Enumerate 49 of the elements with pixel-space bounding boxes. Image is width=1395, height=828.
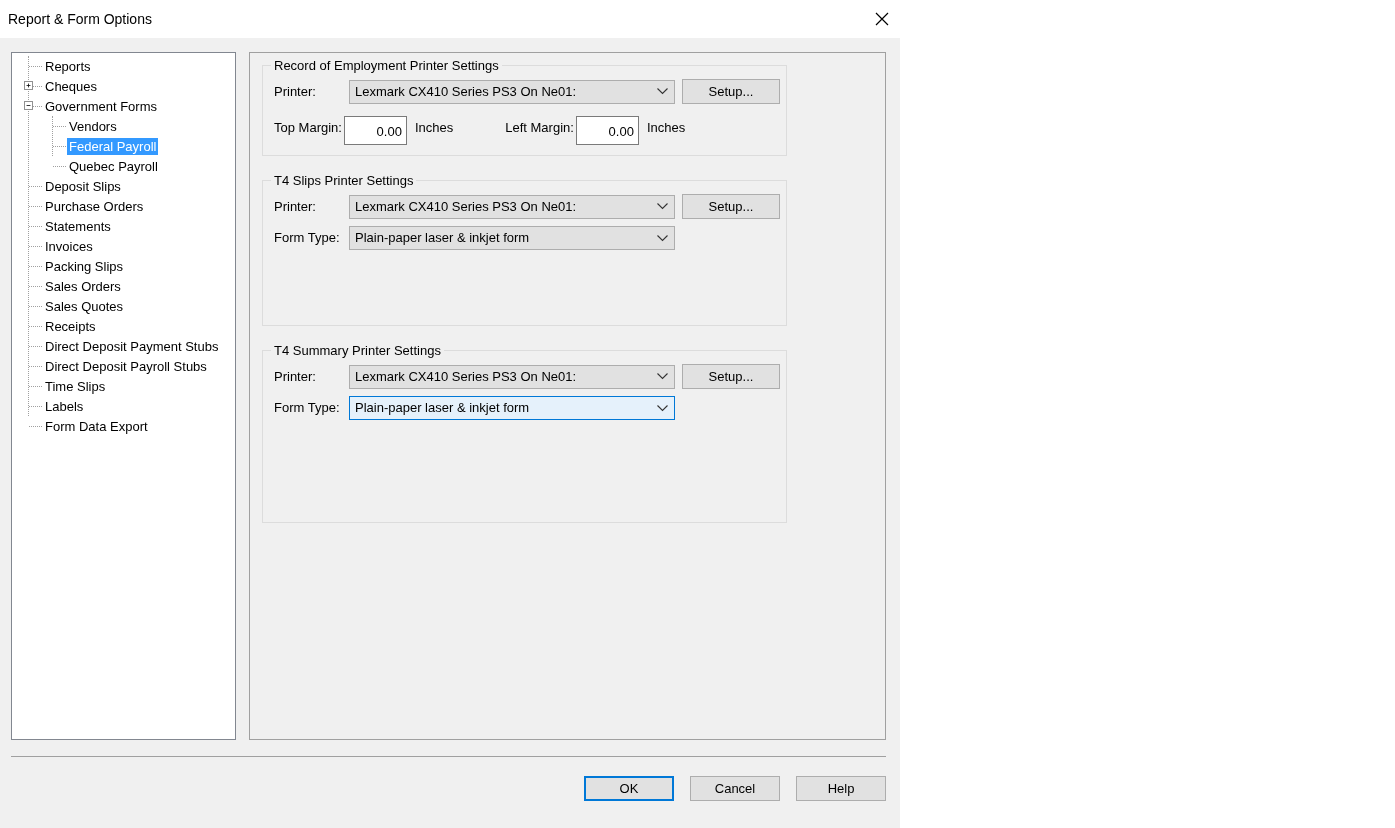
tree-item[interactable]: Receipts	[43, 317, 98, 335]
setup-button[interactable]: Setup...	[682, 194, 780, 219]
dropdown[interactable]: Lexmark CX410 Series PS3 On Ne01:	[349, 364, 675, 389]
field-label: Printer:	[274, 197, 317, 216]
number-field[interactable]: 0.00	[575, 116, 639, 145]
dropdown[interactable]: Plain-paper laser & inkjet form	[349, 396, 675, 420]
tree-item[interactable]: Sales Quotes	[43, 297, 126, 315]
close-icon[interactable]	[875, 12, 889, 26]
chevron-down-icon	[657, 88, 668, 95]
tree-item[interactable]: Direct Deposit Payroll Stubs	[43, 357, 209, 375]
chevron-down-icon	[657, 373, 668, 380]
collapse-icon[interactable]	[24, 101, 33, 110]
window-title: Report & Form Options	[8, 9, 152, 29]
field-label: Printer:	[274, 367, 317, 386]
tree-item[interactable]: Invoices	[43, 237, 95, 255]
tree-item[interactable]: Cheques	[43, 77, 100, 95]
tree-item[interactable]: Statements	[43, 217, 113, 235]
dialog-button[interactable]: OK	[584, 776, 674, 801]
tree-item[interactable]: Direct Deposit Payment Stubs	[43, 337, 221, 355]
dropdown[interactable]: Lexmark CX410 Series PS3 On Ne01:	[349, 194, 675, 219]
dialog-button[interactable]: Help	[796, 776, 886, 801]
chevron-down-icon	[657, 234, 668, 242]
tree-item[interactable]: Government Forms	[43, 97, 159, 115]
expand-icon[interactable]	[24, 81, 33, 90]
dropdown[interactable]: Lexmark CX410 Series PS3 On Ne01:	[349, 79, 675, 104]
setup-button[interactable]: Setup...	[682, 79, 780, 104]
chevron-down-icon	[657, 203, 668, 210]
dropdown[interactable]: Plain-paper laser & inkjet form	[349, 226, 675, 250]
tree-item[interactable]: Form Data Export	[43, 417, 150, 435]
tree-item[interactable]: Time Slips	[43, 377, 108, 395]
tree-item[interactable]: Purchase Orders	[43, 197, 146, 215]
chevron-down-icon	[657, 404, 668, 412]
field-label: Top Margin:	[274, 119, 342, 137]
tree-item[interactable]: Quebec Payroll	[67, 157, 160, 175]
tree-item[interactable]: Packing Slips	[43, 257, 126, 275]
tree-item[interactable]: Deposit Slips	[43, 177, 123, 195]
field-label: Form Type:	[274, 229, 341, 248]
tree-item[interactable]: Vendors	[67, 117, 119, 135]
unit-label: Inches	[646, 119, 686, 137]
field-label: Left Margin:	[505, 119, 574, 137]
tree-item[interactable]: Sales Orders	[43, 277, 123, 295]
setup-button[interactable]: Setup...	[682, 364, 780, 389]
field-label: Form Type:	[274, 399, 341, 418]
tree-item[interactable]: Labels	[43, 397, 86, 415]
field-label: Printer:	[274, 82, 317, 101]
dialog-button[interactable]: Cancel	[690, 776, 780, 801]
number-field[interactable]: 0.00	[343, 116, 407, 145]
tree-item[interactable]: Reports	[43, 57, 93, 75]
unit-label: Inches	[414, 119, 454, 137]
